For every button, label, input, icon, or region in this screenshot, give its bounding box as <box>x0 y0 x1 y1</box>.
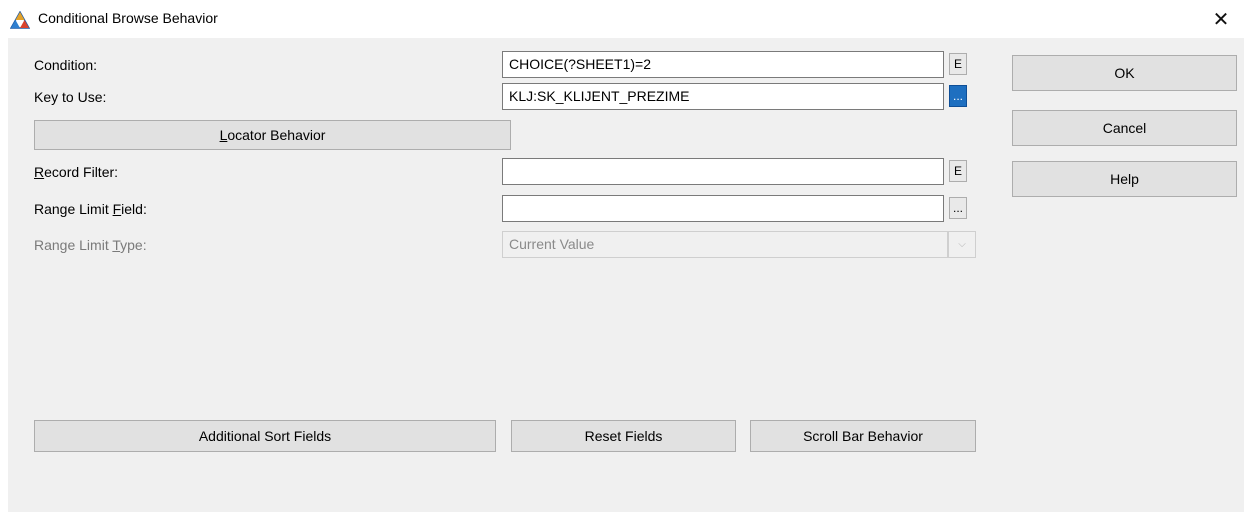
dialog-body: Condition: CHOICE(?SHEET1)=2 E Key to Us… <box>8 38 1244 512</box>
additional-sort-fields-button[interactable]: Additional Sort Fields <box>34 420 496 452</box>
condition-expression-button[interactable]: E <box>949 53 967 75</box>
cancel-button[interactable]: Cancel <box>1012 110 1237 146</box>
app-triangle-icon <box>10 11 30 29</box>
record-filter-label: Record Filter: <box>34 164 119 180</box>
close-icon: ✕ <box>1212 8 1230 31</box>
range-limit-field-label: Range Limit Field: <box>34 201 147 217</box>
chevron-down-icon: ⌵ <box>958 239 966 250</box>
range-limit-type-label: Range Limit Type: <box>34 237 147 253</box>
scroll-bar-behavior-button[interactable]: Scroll Bar Behavior <box>750 420 976 452</box>
condition-field[interactable]: CHOICE(?SHEET1)=2 <box>502 51 944 78</box>
range-limit-type-select[interactable]: Current Value <box>502 231 948 258</box>
title-bar: Conditional Browse Behavior ✕ <box>0 0 1244 38</box>
range-limit-type-dropdown[interactable]: ⌵ <box>948 231 976 258</box>
range-limit-lookup-button[interactable]: ... <box>949 197 967 219</box>
condition-label: Condition: <box>34 57 98 73</box>
reset-fields-button[interactable]: Reset Fields <box>511 420 736 452</box>
key-to-use-field[interactable]: KLJ:SK_KLIJENT_PREZIME <box>502 83 944 110</box>
key-lookup-button[interactable]: ... <box>949 85 967 107</box>
window-title: Conditional Browse Behavior <box>38 10 218 26</box>
help-button[interactable]: Help <box>1012 161 1237 197</box>
ok-button[interactable]: OK <box>1012 55 1237 91</box>
range-limit-field[interactable] <box>502 195 944 222</box>
key-to-use-label: Key to Use: <box>34 89 107 105</box>
record-filter-field[interactable] <box>502 158 944 185</box>
close-button[interactable]: ✕ <box>1198 0 1244 38</box>
record-filter-expression-button[interactable]: E <box>949 160 967 182</box>
locator-behavior-button[interactable]: Locator Behavior <box>34 120 511 150</box>
